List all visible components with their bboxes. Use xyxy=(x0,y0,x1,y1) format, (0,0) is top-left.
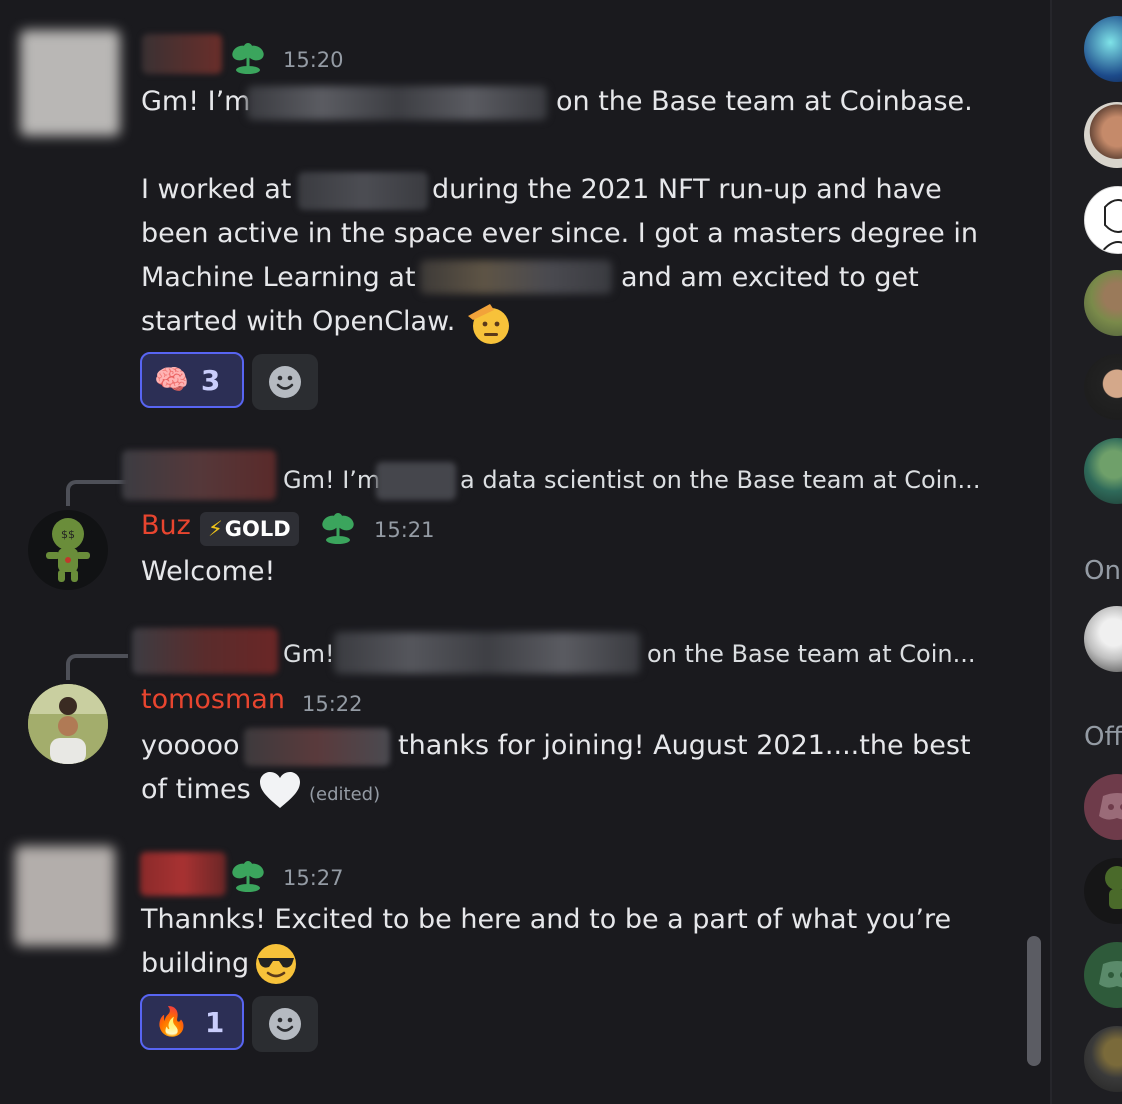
saluting-face-icon xyxy=(468,304,509,344)
sunglasses-face-icon xyxy=(256,944,296,984)
reply-preview-text[interactable]: a data scientist on the Base team at Coi… xyxy=(460,466,980,494)
message-text: been active in the space ever since. I g… xyxy=(141,218,978,249)
smile-icon xyxy=(269,1008,301,1040)
username-redacted[interactable] xyxy=(142,34,222,74)
redacted-text xyxy=(247,86,547,120)
message-text: building xyxy=(141,948,250,979)
reaction-count: 3 xyxy=(200,363,221,397)
message-text: on the Base team at Coinbase. xyxy=(556,86,973,117)
scrollbar-thumb[interactable] xyxy=(1027,936,1041,1066)
member-avatar[interactable] xyxy=(1084,16,1122,82)
avatar-redacted[interactable] xyxy=(20,30,120,136)
message-text: started with OpenClaw. xyxy=(141,306,456,337)
guild-tag[interactable]: ⚡ GOLD xyxy=(200,512,299,546)
redacted-text xyxy=(376,462,456,500)
voodoo-doll-avatar xyxy=(1105,866,1122,909)
voodoo-doll-avatar: $$ xyxy=(46,518,90,582)
reply-preview-text[interactable]: on the Base team at Coin... xyxy=(647,640,975,668)
sprout-icon[interactable] xyxy=(230,42,266,76)
avatar-redacted[interactable] xyxy=(15,846,115,946)
message-text: Thannks! Excited to be here and to be a … xyxy=(141,904,952,935)
photo-avatar xyxy=(28,684,108,764)
member-avatar[interactable] xyxy=(1084,354,1122,420)
chat-area: 15:20 Gm! I’m on the Base team at Coinba… xyxy=(0,0,1050,1104)
fire-icon: 🔥 xyxy=(154,1005,189,1038)
reaction-count: 1 xyxy=(204,1005,225,1039)
member-avatar[interactable] xyxy=(1084,858,1122,924)
reply-preview-text[interactable]: Gm! xyxy=(283,640,335,668)
member-avatar[interactable] xyxy=(1084,186,1122,254)
message-timestamp: 15:20 xyxy=(283,48,344,72)
svg-text:$$: $$ xyxy=(61,528,75,541)
redacted-text xyxy=(244,728,390,766)
message-text: Welcome! xyxy=(141,556,276,587)
username[interactable]: tomosman xyxy=(141,684,285,715)
reply-connector xyxy=(66,654,128,680)
redacted-text xyxy=(298,172,428,210)
message-text: Gm! I’m xyxy=(141,86,251,117)
message-timestamp: 15:22 xyxy=(302,692,363,716)
redacted-text xyxy=(334,632,640,674)
smile-icon xyxy=(269,366,301,398)
username-redacted[interactable] xyxy=(140,852,226,896)
member-avatar[interactable] xyxy=(1084,774,1122,840)
member-avatar[interactable] xyxy=(1084,1026,1122,1092)
message-timestamp: 15:27 xyxy=(283,866,344,890)
message-text: yooooo xyxy=(141,730,240,761)
member-avatar[interactable] xyxy=(1084,270,1122,336)
reply-preview-text[interactable]: Gm! I’m xyxy=(283,466,380,494)
username[interactable]: Buz xyxy=(141,510,191,541)
reply-connector xyxy=(66,480,128,506)
member-avatar[interactable] xyxy=(1084,606,1122,672)
message-text: I worked at xyxy=(141,174,292,205)
discord-icon xyxy=(1099,961,1122,988)
member-avatar[interactable] xyxy=(1084,102,1122,168)
sketch-face-icon xyxy=(1100,199,1122,253)
message-text: thanks for joining! August 2021....the b… xyxy=(398,730,971,761)
member-avatar[interactable] xyxy=(1084,438,1122,504)
redacted-text xyxy=(420,260,612,294)
member-avatar[interactable] xyxy=(1084,942,1122,1008)
lightning-icon: ⚡ xyxy=(208,517,223,541)
message-text: Machine Learning at xyxy=(141,262,416,293)
section-header-online: Onl xyxy=(1084,556,1122,586)
avatar[interactable]: $$ xyxy=(28,510,108,590)
reply-username-redacted xyxy=(122,450,276,500)
member-list: Onl Off xyxy=(1052,0,1122,1104)
white-heart-icon xyxy=(260,772,300,808)
sprout-icon[interactable] xyxy=(230,860,266,894)
edited-marker: (edited) xyxy=(309,784,381,805)
message-text: and am excited to get xyxy=(621,262,919,293)
message-text: during the 2021 NFT run-up and have xyxy=(432,174,942,205)
guild-tag-label: GOLD xyxy=(224,517,291,541)
reaction-fire[interactable]: 🔥 1 xyxy=(140,994,244,1050)
add-reaction-button[interactable] xyxy=(252,996,318,1052)
sprout-icon[interactable] xyxy=(320,512,356,546)
reply-username-redacted xyxy=(132,628,278,674)
message-timestamp: 15:21 xyxy=(374,518,435,542)
brain-icon: 🧠 xyxy=(154,363,189,396)
message-text: of times xyxy=(141,774,251,805)
add-reaction-button[interactable] xyxy=(252,354,318,410)
discord-icon xyxy=(1099,793,1122,820)
section-header-offline: Off xyxy=(1084,722,1122,752)
avatar[interactable] xyxy=(28,684,108,764)
reaction-brain[interactable]: 🧠 3 xyxy=(140,352,244,408)
